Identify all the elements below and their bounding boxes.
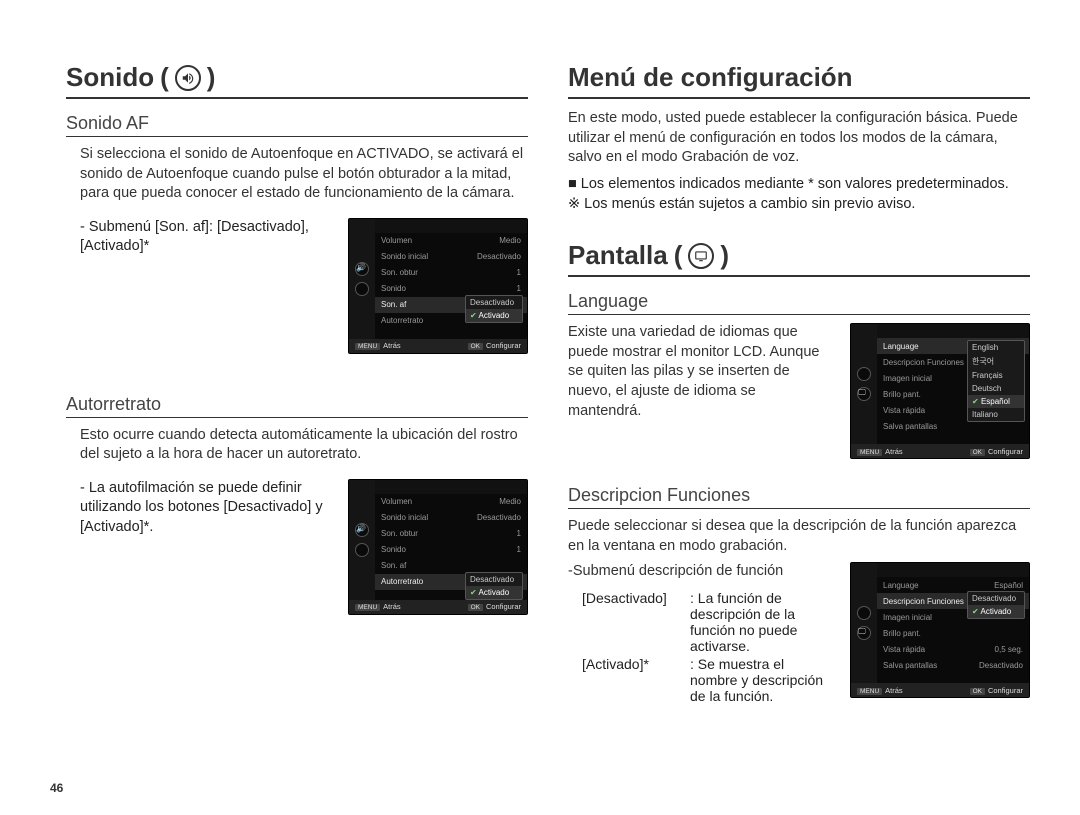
sound-tab-icon: 🔊 [355,523,369,537]
def-activado: [Activado]* : Se muestra el nombre y des… [582,656,830,704]
submenu-sonido-af: - Submenú [Son. af]: [Desactivado], [Act… [66,218,328,354]
title-text: Sonido [66,62,154,93]
heading-autorretrato: Autorretrato [66,394,528,418]
intro-menu: En este modo, usted puede establecer la … [568,109,1030,168]
body-descripcion: Puede seleccionar si desea que la descri… [568,517,1030,556]
open-paren: ( [674,240,683,271]
heading-sonido-af: Sonido AF [66,113,528,137]
body-autorretrato: Esto ocurre cuando detecta automáticamen… [66,426,528,465]
display-icon [688,243,714,269]
heading-language: Language [568,291,1030,315]
def-desactivado: [Desactivado] : La función de descripció… [582,590,830,654]
left-column: Sonido ( ) Sonido AF Si selecciona el so… [66,62,528,795]
section-title-sonido: Sonido ( ) [66,62,528,99]
lcd-screenshot-language: 🖵 Language Descripcion Funciones Imagen … [850,323,1030,459]
lcd-screenshot-descripcion: 🖵 LanguageEspañol Descripcion Funciones … [850,562,1030,698]
page-number: 46 [50,781,63,795]
display-tab-icon: 🖵 [857,626,871,640]
sound-tab-icon: 🔊 [355,262,369,276]
section-title-menu: Menú de configuración [568,62,1030,99]
bullet-defaults: ■ Los elementos indicados mediante * son… [568,174,1030,194]
body-sonido-af: Si selecciona el sonido de Autoenfoque e… [66,145,528,204]
open-paren: ( [160,62,169,93]
section-title-pantalla: Pantalla ( ) [568,240,1030,277]
right-column: Menú de configuración En este modo, uste… [568,62,1030,795]
close-paren: ) [207,62,216,93]
submenu-descripcion-heading: -Submenú descripción de función [568,562,830,582]
lcd-screenshot-autorretrato: 🔊 VolumenMedio Sonido inicialDesactivado… [348,479,528,615]
body-language: Existe una variedad de idiomas que puede… [568,323,830,459]
title-text: Pantalla [568,240,668,271]
close-paren: ) [720,240,729,271]
display-tab-icon: 🖵 [857,387,871,401]
sound-icon [175,65,201,91]
lcd-screenshot-sonaf: 🔊 VolumenMedio Sonido inicialDesactivado… [348,218,528,354]
note-change: ※ Los menús están sujetos a cambio sin p… [568,194,1030,214]
heading-descripcion: Descripcion Funciones [568,485,1030,509]
submenu-autorretrato: - La autofilmación se puede definir util… [66,479,328,615]
